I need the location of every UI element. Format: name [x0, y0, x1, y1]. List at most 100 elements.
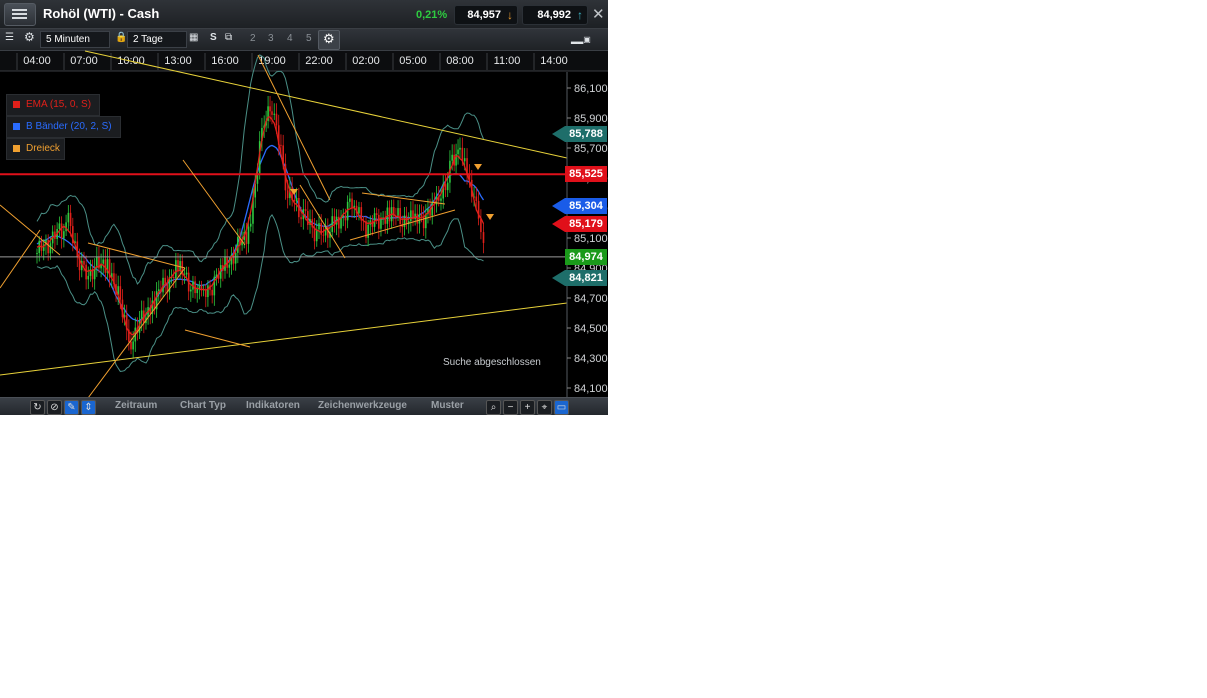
candle-body — [461, 147, 464, 162]
candle-body — [378, 214, 380, 229]
menu-muster[interactable]: Muster — [431, 400, 464, 411]
candle-body — [211, 289, 213, 296]
scroll-icon[interactable]: ⇕ — [81, 400, 96, 415]
x-tick-label: 08:00 — [446, 55, 474, 67]
candle-body — [344, 215, 347, 221]
price-tag-current: 84,974 — [565, 249, 607, 265]
price-chart[interactable]: 04:0007:0010:0013:0016:0019:0022:0002:00… — [0, 0, 608, 415]
bottom-toolbar: ↻ ⊘ ✎ ⇕ Zeitraum Chart Typ Indikatoren Z… — [0, 397, 608, 415]
candle-body — [397, 208, 399, 216]
candle-body — [286, 190, 289, 199]
x-tick-label: 22:00 — [305, 55, 333, 67]
candle-body — [237, 237, 239, 253]
candle-body — [380, 218, 382, 229]
candle-body — [457, 149, 459, 155]
candle-body — [185, 272, 188, 275]
candle-body — [177, 260, 179, 271]
no-icon[interactable]: ⊘ — [47, 400, 62, 415]
candle-body — [275, 113, 278, 126]
y-tick-label: 86,100 — [574, 83, 608, 95]
x-tick-label: 14:00 — [540, 55, 568, 67]
chart-widget: Rohöl (WTI) - Cash 0,21% 84,957 ↓ 84,992… — [0, 0, 608, 415]
candle-body — [351, 198, 353, 208]
candle-body — [234, 252, 237, 264]
price-tag-bband: 85,304 — [552, 198, 607, 214]
candle-body — [245, 231, 248, 244]
candle-body — [179, 261, 181, 271]
y-tick-label: 85,900 — [574, 113, 608, 125]
candle-body — [271, 111, 273, 115]
candle-body — [67, 212, 70, 223]
legend-label: EMA (15, 0, S) — [26, 99, 92, 110]
candle-body — [224, 256, 226, 271]
candle-body — [247, 226, 250, 244]
y-tick-label: 84,100 — [574, 383, 608, 395]
candle-body — [104, 259, 107, 273]
legend-swatch — [13, 101, 20, 108]
x-tick-label: 02:00 — [352, 55, 380, 67]
candle-body — [444, 184, 447, 191]
candle-body — [207, 285, 209, 298]
candle-body — [295, 197, 298, 202]
legend-label: Dreieck — [26, 143, 60, 154]
candle-body — [172, 276, 175, 279]
candle-body — [463, 158, 466, 162]
fit-icon[interactable]: ▭ — [554, 400, 569, 415]
crosshair-icon[interactable]: ⌖ — [537, 400, 552, 415]
legend-triangle[interactable]: Dreieck — [6, 138, 65, 160]
candle-body — [331, 216, 334, 232]
candle-body — [403, 215, 406, 228]
menu-zeichenwerkzeuge[interactable]: Zeichenwerkzeuge — [318, 400, 407, 411]
candle-body — [300, 217, 302, 220]
menu-chart-typ[interactable]: Chart Typ — [180, 400, 226, 411]
candle-body — [200, 285, 203, 290]
zoom-icon[interactable]: ⌕ — [486, 400, 501, 415]
candle-body — [58, 223, 61, 229]
candle-body — [196, 289, 199, 294]
menu-zeitraum[interactable]: Zeitraum — [115, 400, 157, 411]
x-tick-label: 07:00 — [70, 55, 98, 67]
price-tag-support: 84,821 — [552, 270, 607, 286]
x-axis: 04:0007:0010:0013:0016:0019:0022:0002:00… — [0, 51, 608, 72]
candle-body — [367, 224, 369, 238]
candle-body — [164, 277, 166, 284]
candle-body — [87, 275, 90, 280]
candle-body — [175, 260, 177, 279]
legend-bollinger[interactable]: B Bänder (20, 2, S) — [6, 116, 121, 138]
legend-swatch — [13, 145, 20, 152]
candle-body — [269, 106, 271, 112]
refresh-icon[interactable]: ↻ — [30, 400, 45, 415]
menu-indikatoren[interactable]: Indikatoren — [246, 400, 300, 411]
candle-body — [249, 223, 252, 227]
candle-body — [425, 214, 427, 229]
candle-body — [304, 209, 307, 212]
candle-body — [349, 198, 351, 202]
x-tick-label: 05:00 — [399, 55, 427, 67]
legend-label: B Bänder (20, 2, S) — [26, 121, 112, 132]
y-tick-label: 84,300 — [574, 353, 608, 365]
plus-icon[interactable]: + — [520, 400, 535, 415]
legend-ema[interactable]: EMA (15, 0, S) — [6, 94, 100, 116]
candle-body — [130, 341, 132, 350]
x-tick-label: 13:00 — [164, 55, 192, 67]
y-tick-label: 84,500 — [574, 323, 608, 335]
pencil-icon[interactable]: ✎ — [64, 400, 79, 415]
candle-body — [422, 216, 425, 229]
y-tick-label: 84,700 — [574, 293, 608, 305]
candle-body — [63, 231, 65, 239]
status-text: Suche abgeschlossen — [443, 357, 541, 368]
candle-body — [399, 208, 401, 225]
x-tick-label: 16:00 — [211, 55, 239, 67]
minus-icon[interactable]: − — [503, 400, 518, 415]
candle-body — [60, 223, 63, 239]
candle-body — [482, 232, 485, 243]
x-tick-label: 11:00 — [494, 55, 521, 67]
candle-body — [318, 223, 320, 230]
candle-body — [358, 207, 360, 214]
price-tag-line: 85,525 — [565, 166, 607, 182]
y-tick-label: 85,700 — [574, 143, 608, 155]
candle-body — [410, 210, 412, 222]
candle-body — [83, 260, 85, 265]
candle-body — [49, 243, 52, 254]
price-tag-resistance: 85,788 — [552, 126, 607, 142]
